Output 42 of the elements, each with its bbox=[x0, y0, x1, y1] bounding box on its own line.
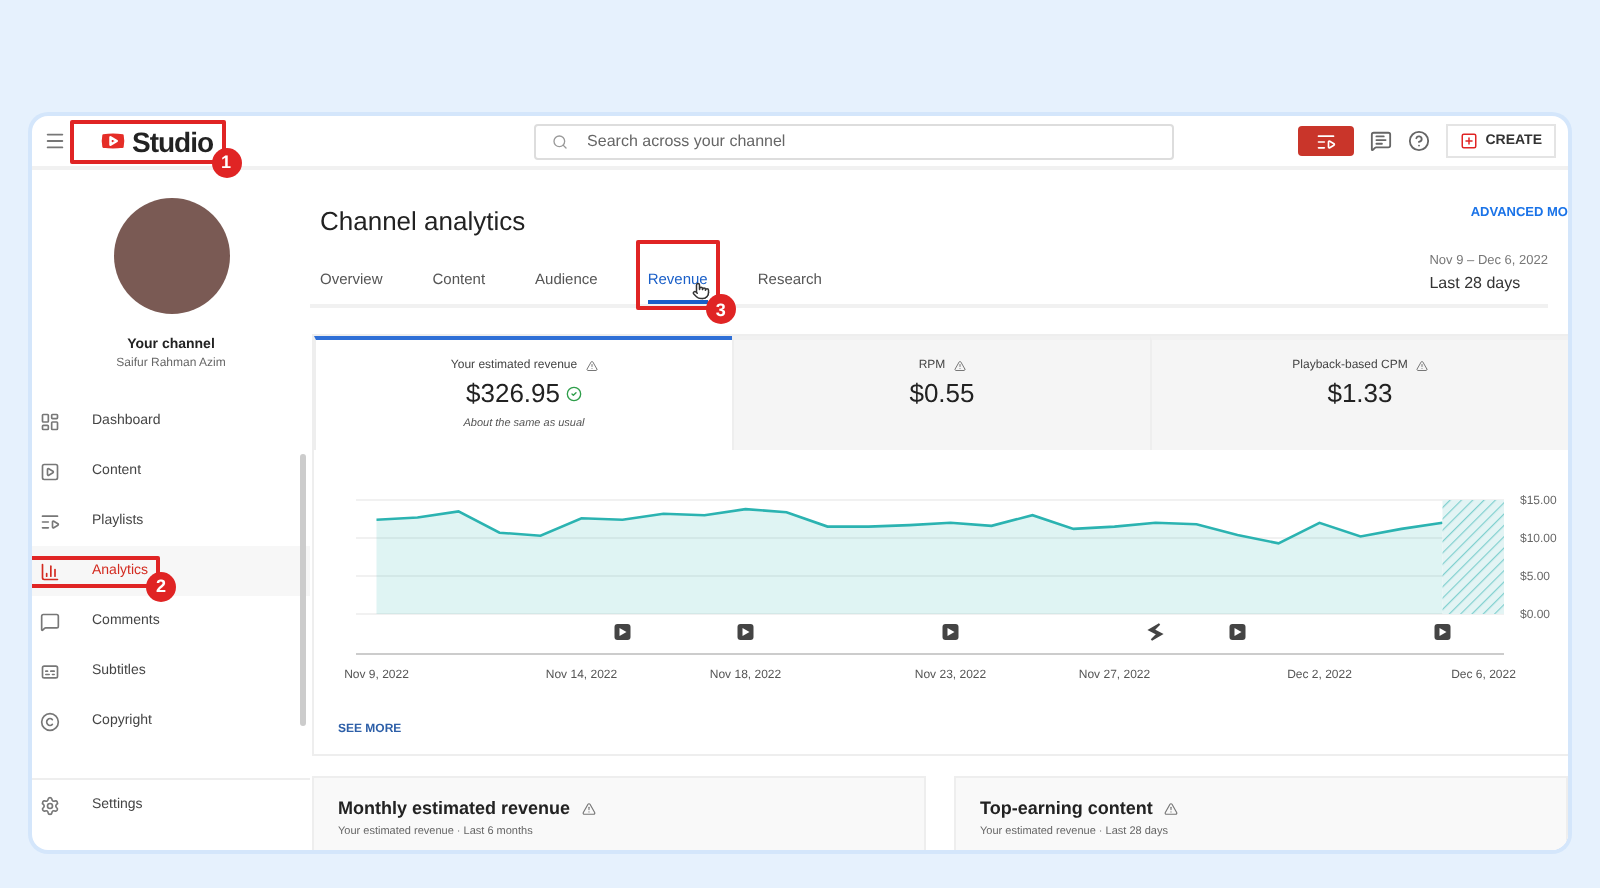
video-icon[interactable] bbox=[614, 624, 631, 640]
copyright-icon bbox=[40, 711, 60, 731]
warning-icon bbox=[953, 360, 966, 372]
warning-icon bbox=[582, 801, 597, 815]
hand-cursor-icon bbox=[691, 282, 710, 300]
period-selector[interactable]: Last 28 days bbox=[1429, 274, 1548, 292]
page-title: Channel analytics bbox=[320, 206, 526, 236]
step-badge: 1 bbox=[211, 147, 242, 177]
video-icon bbox=[40, 461, 60, 481]
playlist-icon bbox=[40, 511, 60, 531]
step-badge: 2 bbox=[146, 571, 177, 601]
card-title: Monthly estimated revenue bbox=[338, 798, 571, 818]
step-badge: 3 bbox=[705, 294, 736, 324]
studio-logo: Studio bbox=[132, 125, 214, 157]
warning-icon bbox=[1415, 360, 1428, 372]
metric-value: $0.55 bbox=[909, 378, 975, 408]
video-icon[interactable] bbox=[1434, 624, 1451, 640]
plus-icon bbox=[1459, 132, 1478, 150]
comment-icon bbox=[40, 611, 60, 631]
bar-chart-icon bbox=[40, 561, 60, 581]
search-input[interactable]: Search across your channel bbox=[583, 130, 1156, 152]
subtitles-icon bbox=[40, 661, 60, 681]
shorts-icon[interactable] bbox=[1147, 623, 1164, 641]
video-icon[interactable] bbox=[942, 624, 959, 640]
metric-value: $326.95 bbox=[466, 378, 560, 408]
feedback-icon[interactable] bbox=[1369, 130, 1392, 152]
check-icon bbox=[566, 385, 582, 401]
video-icon[interactable] bbox=[737, 624, 754, 640]
warning-icon bbox=[585, 360, 598, 372]
settings-icon bbox=[40, 795, 60, 815]
channel-menu-button[interactable] bbox=[1297, 126, 1354, 156]
menu-icon[interactable] bbox=[44, 130, 66, 152]
help-icon[interactable] bbox=[1407, 130, 1430, 152]
search-icon bbox=[551, 133, 568, 149]
list-icon bbox=[1315, 131, 1336, 151]
video-icon[interactable] bbox=[1229, 624, 1246, 640]
search-field[interactable]: Search across your channel bbox=[533, 123, 1174, 159]
incomplete-data-region bbox=[1442, 500, 1504, 614]
dashboard-icon bbox=[40, 411, 60, 431]
metric-value: $1.33 bbox=[1327, 378, 1393, 408]
card-title: Top-earning content bbox=[980, 798, 1153, 818]
warning-icon bbox=[1164, 801, 1179, 815]
